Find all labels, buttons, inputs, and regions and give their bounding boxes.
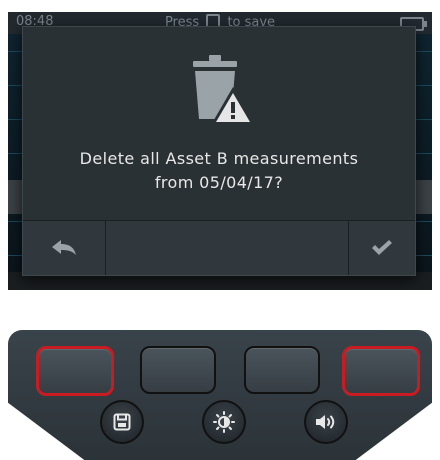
hardware-keypad [8, 330, 432, 460]
speaker-icon [316, 415, 335, 429]
trash-warning-icon [193, 55, 255, 125]
message-line-2: from 05/04/17? [154, 173, 284, 192]
checkmark-icon [372, 240, 392, 255]
save-icon [113, 413, 131, 431]
soft-key-4[interactable] [342, 346, 420, 396]
back-button[interactable] [23, 221, 106, 275]
brightness-key[interactable] [202, 400, 246, 444]
soft-key-1[interactable] [36, 346, 114, 396]
confirm-button[interactable] [349, 221, 415, 275]
dialog-message: Delete all Asset B measurements from 05/… [23, 147, 415, 195]
delete-confirm-dialog: Delete all Asset B measurements from 05/… [22, 26, 416, 276]
device-screen: 08:48 Press to save Delete all Asset B m… [8, 12, 432, 290]
brightness-icon [213, 411, 235, 433]
volume-key[interactable] [304, 400, 348, 444]
soft-key-3[interactable] [244, 346, 320, 394]
dialog-button-bar [23, 220, 415, 275]
middle-button[interactable] [106, 221, 349, 275]
save-key[interactable] [100, 400, 144, 444]
message-line-1: Delete all Asset B measurements [79, 149, 359, 168]
back-arrow-icon [52, 240, 76, 255]
soft-key-2[interactable] [140, 346, 216, 394]
